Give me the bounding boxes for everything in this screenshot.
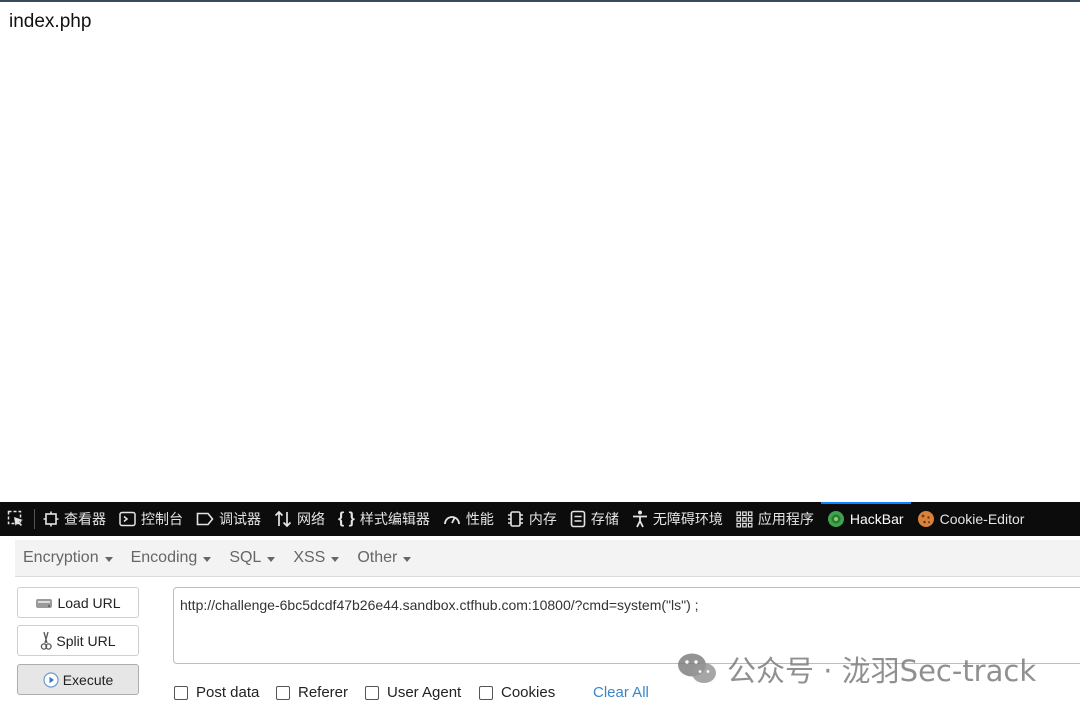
network-icon bbox=[274, 510, 292, 528]
style-editor-icon: { } bbox=[338, 510, 355, 527]
watermark-text: 公众号 · 泷羽Sec-track bbox=[727, 654, 1037, 688]
tab-label: 样式编辑器 bbox=[359, 511, 430, 527]
tab-label: 存储 bbox=[590, 511, 619, 527]
tab-console[interactable]: 控制台 bbox=[113, 502, 190, 536]
tab-label: 应用程序 bbox=[757, 511, 814, 527]
cookies-checkbox[interactable] bbox=[479, 685, 493, 700]
menu-other[interactable]: Other bbox=[349, 549, 421, 567]
scissors-icon bbox=[41, 631, 53, 650]
wechat-icon bbox=[678, 653, 716, 683]
application-icon bbox=[736, 510, 753, 527]
toolbar-separator bbox=[34, 509, 35, 529]
split-url-button[interactable]: Split URL bbox=[17, 625, 139, 656]
load-url-button[interactable]: Load URL bbox=[17, 587, 139, 618]
menu-label: Other bbox=[357, 549, 398, 566]
caret-down-icon bbox=[104, 556, 113, 562]
menu-label: Encryption bbox=[23, 549, 99, 566]
debugger-icon bbox=[196, 512, 214, 526]
menu-encryption[interactable]: Encryption bbox=[15, 549, 123, 567]
tab-label: 查看器 bbox=[64, 511, 106, 527]
tab-label: 无障碍环境 bbox=[652, 511, 723, 527]
caret-down-icon bbox=[267, 556, 276, 562]
tab-label: 性能 bbox=[465, 511, 494, 527]
menu-label: XSS bbox=[293, 549, 326, 566]
tab-debugger[interactable]: 调试器 bbox=[190, 502, 268, 536]
tab-style-editor[interactable]: { } 样式编辑器 bbox=[332, 502, 437, 536]
post-data-option[interactable]: Post data bbox=[174, 684, 259, 701]
page-output-text: index.php bbox=[9, 11, 92, 32]
caret-down-icon bbox=[403, 556, 412, 562]
menu-sql[interactable]: SQL bbox=[221, 549, 285, 567]
tab-application[interactable]: 应用程序 bbox=[730, 502, 821, 536]
menu-label: SQL bbox=[229, 549, 262, 566]
post-data-label: Post data bbox=[196, 684, 260, 701]
caret-down-icon bbox=[331, 556, 340, 562]
user-agent-checkbox[interactable] bbox=[365, 685, 379, 700]
referer-option[interactable]: Referer bbox=[276, 684, 348, 701]
tab-performance[interactable]: 性能 bbox=[437, 502, 501, 536]
cookies-label: Cookies bbox=[501, 684, 556, 701]
tab-network[interactable]: 网络 bbox=[268, 502, 332, 536]
tab-hackbar[interactable]: HackBar bbox=[820, 502, 911, 536]
menu-xss[interactable]: XSS bbox=[285, 549, 349, 567]
tab-accessibility[interactable]: 无障碍环境 bbox=[626, 502, 730, 536]
hackbar-icon bbox=[827, 511, 844, 527]
referer-checkbox[interactable] bbox=[276, 685, 290, 700]
browser-top-border bbox=[0, 0, 1080, 2]
tab-storage[interactable]: 存储 bbox=[564, 502, 626, 536]
devtools-toolbar: 查看器 控制台 调试器 网络 { } 样式编辑器 性能 内存 存储 无障碍环境 … bbox=[0, 502, 1080, 536]
caret-down-icon bbox=[203, 556, 212, 562]
post-data-checkbox[interactable] bbox=[174, 685, 188, 700]
load-url-icon bbox=[36, 598, 53, 608]
play-icon bbox=[43, 671, 59, 688]
tab-label: 控制台 bbox=[141, 511, 183, 527]
tab-label: 内存 bbox=[528, 511, 557, 527]
menu-encoding[interactable]: Encoding bbox=[123, 549, 222, 567]
menu-label: Encoding bbox=[130, 549, 198, 566]
watermark: 公众号 · 泷羽Sec-track bbox=[677, 648, 1036, 690]
cookie-icon bbox=[917, 511, 934, 527]
execute-button[interactable]: Execute bbox=[17, 664, 139, 695]
user-agent-option[interactable]: User Agent bbox=[365, 684, 461, 701]
user-agent-label: User Agent bbox=[387, 684, 462, 701]
tab-inspector[interactable]: 查看器 bbox=[37, 502, 113, 536]
tab-label: 调试器 bbox=[219, 511, 261, 527]
console-icon bbox=[119, 511, 136, 527]
performance-icon bbox=[444, 516, 460, 525]
tab-label: 网络 bbox=[297, 511, 325, 527]
accessibility-icon bbox=[632, 510, 647, 528]
split-url-label: Split URL bbox=[56, 632, 116, 649]
load-url-label: Load URL bbox=[57, 594, 121, 611]
referer-label: Referer bbox=[298, 684, 349, 701]
element-picker-icon bbox=[7, 510, 23, 526]
memory-icon bbox=[507, 511, 523, 527]
element-picker-button[interactable] bbox=[0, 502, 32, 536]
tab-cookie-editor[interactable]: Cookie-Editor bbox=[911, 502, 1032, 536]
cookies-option[interactable]: Cookies bbox=[479, 684, 555, 701]
execute-label: Execute bbox=[62, 671, 114, 688]
tab-label: Cookie-Editor bbox=[939, 511, 1025, 527]
clear-all-link[interactable]: Clear All bbox=[593, 684, 649, 701]
tab-memory[interactable]: 内存 bbox=[501, 502, 564, 536]
tab-label: HackBar bbox=[849, 511, 904, 527]
inspector-icon bbox=[43, 511, 59, 527]
storage-icon bbox=[570, 510, 586, 528]
hackbar-menu-bar: Encryption Encoding SQL XSS Other bbox=[15, 540, 1080, 577]
